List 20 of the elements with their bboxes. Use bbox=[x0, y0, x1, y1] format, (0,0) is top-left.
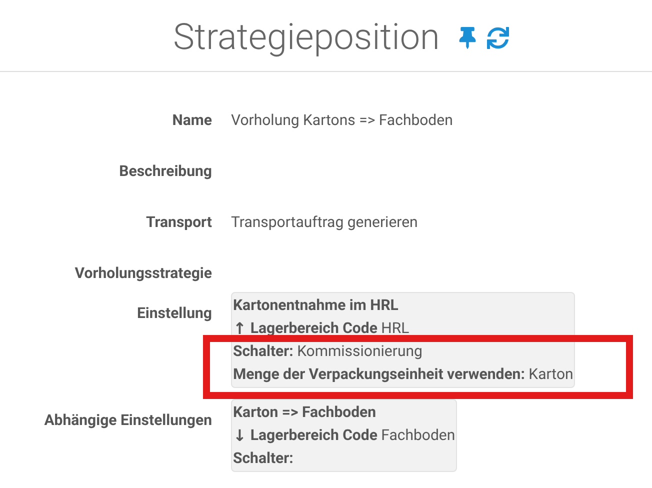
field-label: Vorholungsstrategie bbox=[74, 264, 212, 282]
field-label: Transport bbox=[146, 213, 212, 231]
setting-line: Menge der Verpackungseinheit verwenden: Karton bbox=[233, 364, 574, 385]
field-value: Vorholung Kartons => Fachboden bbox=[231, 111, 453, 129]
field-label: Einstellung bbox=[136, 304, 212, 322]
page-title: Strategieposition bbox=[173, 14, 440, 60]
field-value: Transportauftrag generieren bbox=[231, 213, 418, 231]
setting-line: Kartonentnahme im HRL bbox=[233, 295, 398, 316]
arrow-icon: ↑ bbox=[233, 317, 246, 340]
refresh-icon[interactable] bbox=[486, 26, 509, 48]
field-label: Abhängige Einstellungen bbox=[44, 411, 212, 429]
setting-line: Schalter: Kommissionierung bbox=[233, 341, 422, 362]
setting-line: Lagerbereich Code Fachboden bbox=[250, 425, 456, 446]
setting-line: Karton => Fachboden bbox=[233, 402, 376, 423]
pin-icon[interactable] bbox=[458, 26, 477, 48]
setting-line: Lagerbereich Code HRL bbox=[250, 318, 410, 339]
field-label: Name bbox=[172, 111, 212, 129]
field-label: Beschreibung bbox=[119, 162, 212, 180]
arrow-icon: ↓ bbox=[233, 424, 246, 447]
setting-line: Schalter: bbox=[233, 448, 294, 469]
